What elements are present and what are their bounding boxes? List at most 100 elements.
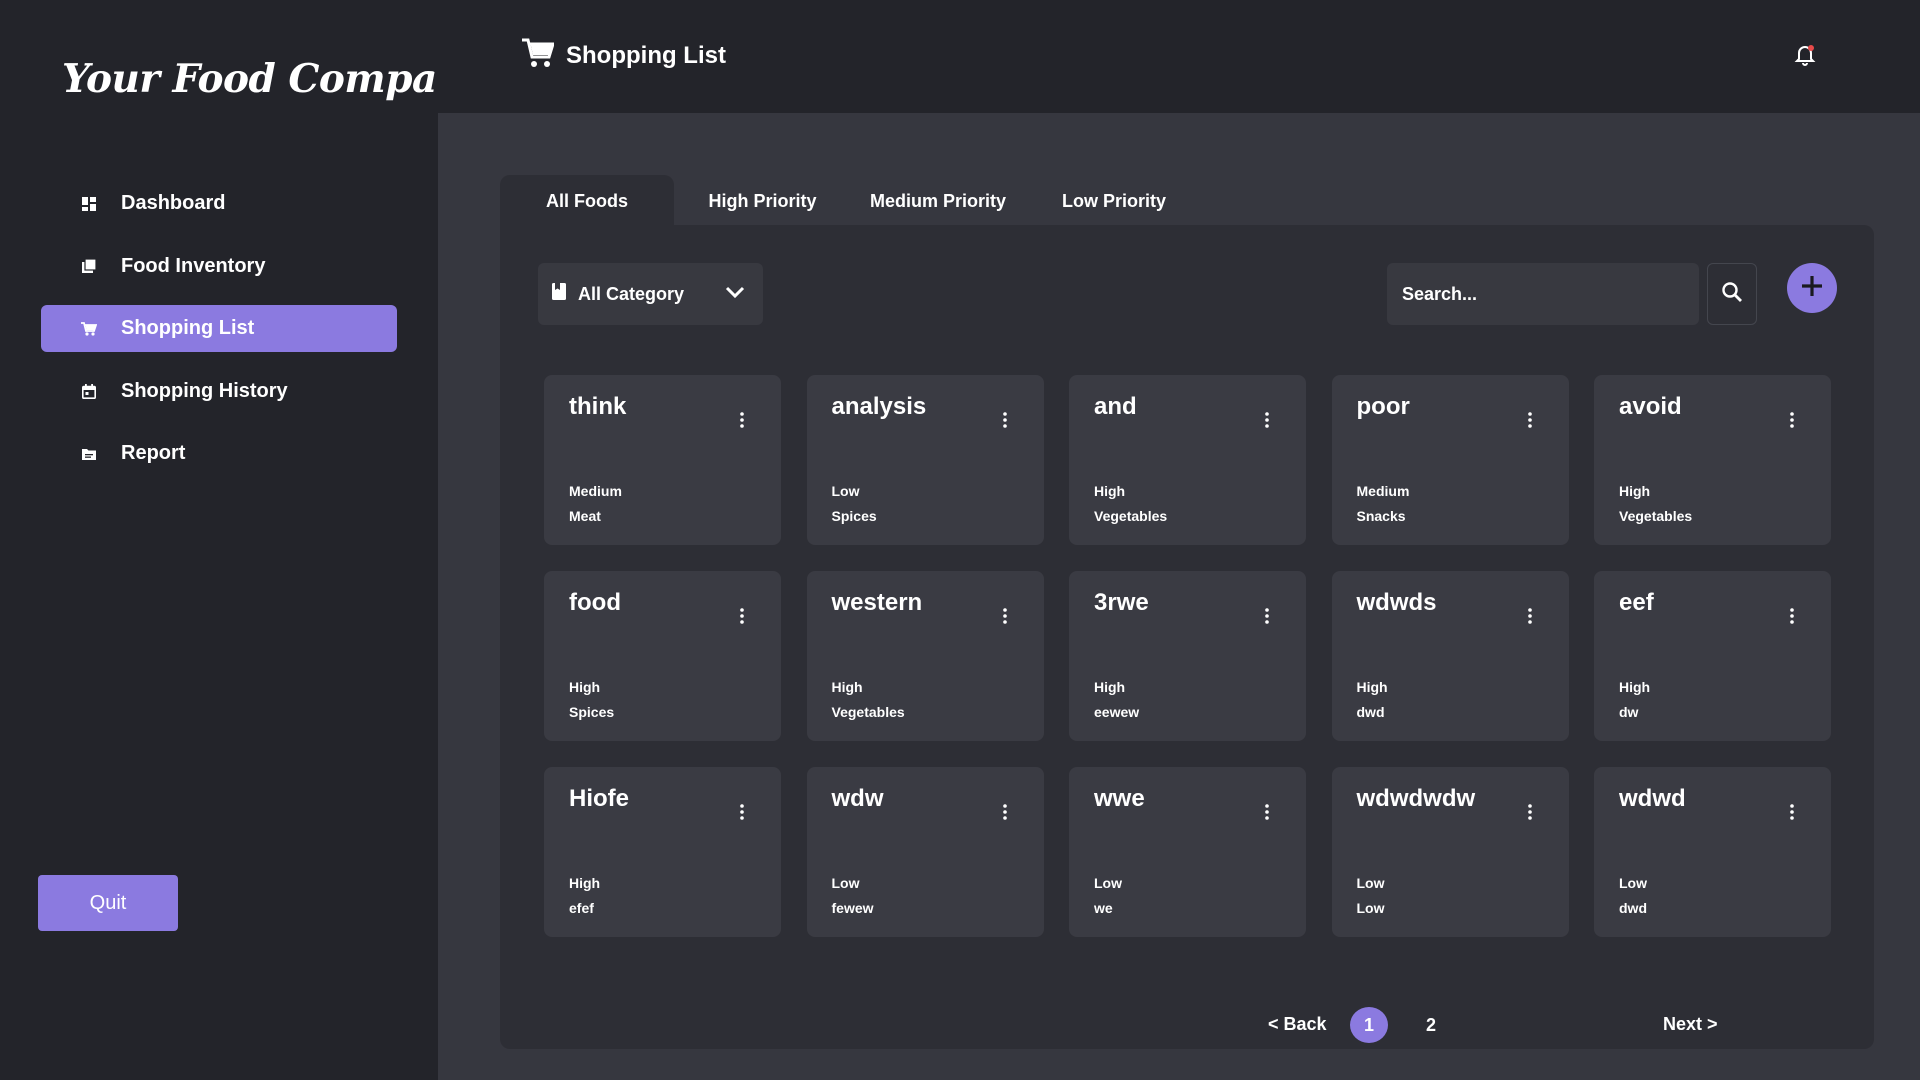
food-card-name: wdw — [831, 785, 884, 812]
search-icon — [1721, 281, 1743, 308]
sidebar-item-label: Shopping History — [121, 379, 288, 402]
food-card[interactable]: avoid High Vegetables — [1594, 375, 1831, 545]
sidebar-nav: Dashboard Food Inventory Shopping List S… — [41, 180, 397, 493]
more-vertical-icon[interactable] — [1262, 607, 1272, 625]
food-card-name: wwe — [1094, 785, 1145, 812]
sidebar-item-shopping-history[interactable]: Shopping History — [41, 368, 397, 415]
food-card-category: Snacks — [1356, 508, 1406, 524]
plus-icon — [1800, 274, 1824, 303]
shopping-list-panel: All Category think Medium Meat a — [500, 225, 1874, 1049]
pagination-back-button[interactable]: < Back — [1268, 1014, 1327, 1035]
more-vertical-icon[interactable] — [1787, 803, 1797, 821]
food-card[interactable]: food High Spices — [544, 571, 781, 741]
sidebar: Your Food Companion Dashboard Food Inven… — [0, 0, 533, 1080]
food-card-priority: High — [1094, 483, 1126, 499]
food-card[interactable]: wdw Low fewew — [806, 767, 1044, 937]
more-vertical-icon[interactable] — [1787, 411, 1797, 429]
food-card-priority: High — [1619, 483, 1651, 499]
food-card-category: dwd — [1356, 704, 1385, 720]
food-card-name: poor — [1356, 393, 1410, 420]
pagination-next-button[interactable]: Next > — [1663, 1014, 1718, 1035]
food-card-category: dwd — [1619, 900, 1647, 916]
more-vertical-icon[interactable] — [1000, 803, 1010, 821]
search-input[interactable] — [1387, 263, 1699, 325]
tab-all-foods[interactable]: All Foods — [500, 175, 674, 227]
cart-icon — [522, 38, 556, 73]
food-card[interactable]: and High Vegetables — [1069, 375, 1306, 545]
food-card-priority: High — [569, 875, 601, 891]
food-card-priority: High — [1619, 679, 1651, 695]
more-vertical-icon[interactable] — [1262, 411, 1272, 429]
food-card-name: wdwdwdw — [1356, 785, 1476, 812]
sidebar-item-food-inventory[interactable]: Food Inventory — [41, 243, 397, 290]
food-card-category: Meat — [569, 508, 601, 524]
more-vertical-icon[interactable] — [1525, 411, 1535, 429]
priority-tabs: All Foods High Priority Medium Priority … — [500, 175, 1203, 227]
food-card[interactable]: analysis Low Spices — [806, 375, 1044, 545]
main-content: All Foods High Priority Medium Priority … — [438, 113, 1920, 1080]
food-card-priority: High — [569, 679, 601, 695]
food-card-name: analysis — [831, 393, 927, 420]
food-card[interactable]: eef High dw — [1594, 571, 1831, 741]
food-card[interactable]: poor Medium Snacks — [1331, 375, 1569, 545]
food-card-category: Spices — [569, 704, 615, 720]
food-card-category: Vegetables — [831, 704, 905, 720]
food-card-category: efef — [569, 900, 594, 916]
more-vertical-icon[interactable] — [1000, 607, 1010, 625]
sidebar-item-report[interactable]: Report — [41, 430, 397, 477]
food-card-name: western — [831, 589, 923, 616]
food-card-name: 3rwe — [1094, 589, 1149, 616]
page-title: Shopping List — [566, 41, 726, 69]
chevron-down-icon — [725, 285, 745, 304]
pagination: < Back 1 2 Next > — [500, 1007, 1874, 1043]
food-card-priority: Low — [1356, 875, 1385, 891]
food-card-name: think — [569, 393, 627, 420]
food-card-category: fewew — [831, 900, 874, 916]
sidebar-item-label: Food Inventory — [121, 254, 266, 277]
quit-button[interactable]: Quit — [38, 875, 178, 931]
food-card[interactable]: think Medium Meat — [544, 375, 781, 545]
sidebar-item-dashboard[interactable]: Dashboard — [41, 180, 397, 227]
category-dropdown[interactable]: All Category — [538, 263, 763, 325]
tab-low-priority[interactable]: Low Priority — [1025, 175, 1203, 227]
food-card-priority: High — [831, 679, 863, 695]
food-card-priority: High — [1094, 679, 1126, 695]
pagination-page-1[interactable]: 1 — [1350, 1007, 1388, 1043]
food-card-category: eewew — [1094, 704, 1140, 720]
more-vertical-icon[interactable] — [737, 803, 747, 821]
pagination-page-2[interactable]: 2 — [1412, 1007, 1450, 1043]
sidebar-item-label: Shopping List — [121, 317, 255, 339]
food-card-priority: Low — [831, 483, 860, 499]
food-card[interactable]: wdwds High dwd — [1331, 571, 1569, 741]
food-card-priority: Low — [831, 875, 860, 891]
food-card-name: eef — [1619, 589, 1654, 616]
bell-icon[interactable] — [1794, 44, 1816, 66]
more-vertical-icon[interactable] — [737, 607, 747, 625]
food-card-category: Vegetables — [1619, 508, 1693, 524]
more-vertical-icon[interactable] — [1262, 803, 1272, 821]
top-header: Shopping List — [438, 0, 1920, 113]
more-vertical-icon[interactable] — [1787, 607, 1797, 625]
food-card-priority: Medium — [569, 483, 622, 499]
calendar-icon — [81, 383, 97, 399]
food-card[interactable]: wdwd Low dwd — [1594, 767, 1831, 937]
tab-medium-priority[interactable]: Medium Priority — [851, 175, 1025, 227]
more-vertical-icon[interactable] — [1000, 411, 1010, 429]
food-card-name: and — [1094, 393, 1137, 420]
sidebar-item-shopping-list[interactable]: Shopping List — [41, 305, 397, 352]
dashboard-icon — [81, 196, 97, 212]
more-vertical-icon[interactable] — [737, 411, 747, 429]
food-card[interactable]: Hiofe High efef — [544, 767, 781, 937]
food-card[interactable]: wwe Low we — [1069, 767, 1306, 937]
food-card-name: food — [569, 589, 621, 616]
food-card[interactable]: western High Vegetables — [806, 571, 1044, 741]
food-card-priority: Low — [1094, 875, 1122, 891]
more-vertical-icon[interactable] — [1525, 803, 1535, 821]
food-card-category: Spices — [831, 508, 877, 524]
search-button[interactable] — [1707, 263, 1757, 325]
add-item-button[interactable] — [1787, 263, 1837, 313]
food-card[interactable]: 3rwe High eewew — [1069, 571, 1306, 741]
food-card[interactable]: wdwdwdw Low Low — [1331, 767, 1569, 937]
more-vertical-icon[interactable] — [1525, 607, 1535, 625]
tab-high-priority[interactable]: High Priority — [674, 175, 851, 227]
